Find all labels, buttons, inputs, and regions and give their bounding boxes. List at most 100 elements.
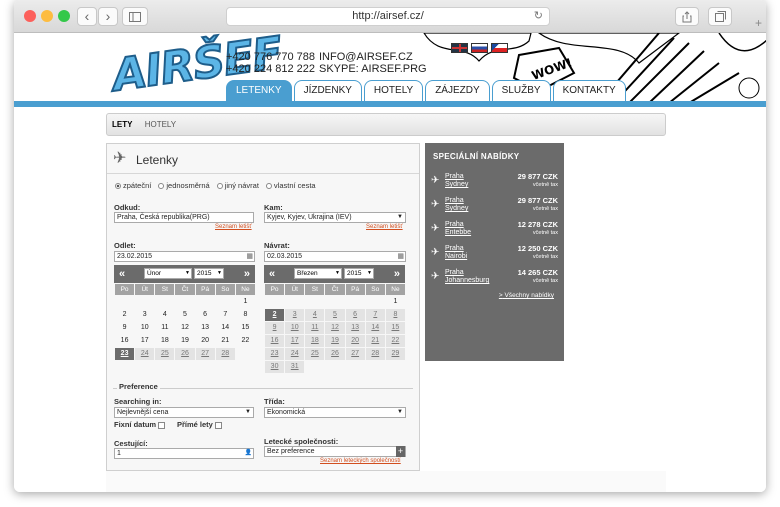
calendar-day[interactable]: 19 (175, 335, 194, 347)
offer-route[interactable]: Praha Sydney (445, 197, 468, 213)
radio-open-jaw[interactable]: jiný návrat (216, 181, 259, 190)
airlines-list-link[interactable]: Seznam leteckých společností (320, 458, 401, 464)
calendar-day[interactable]: 9 (265, 322, 285, 334)
tab-zajezdy[interactable]: ZÁJEZDY (425, 80, 490, 101)
tab-kontakty[interactable]: KONTAKTY (552, 80, 626, 101)
class-select[interactable]: Ekonomická ▼ (264, 407, 406, 418)
calendar-day[interactable]: 21 (365, 335, 385, 347)
calendar-day[interactable]: 1 (386, 296, 405, 308)
calendar-day[interactable]: 10 (285, 322, 305, 334)
calendar-day[interactable]: 22 (236, 335, 255, 347)
calendar-day[interactable]: 18 (305, 335, 325, 347)
calendar-day[interactable]: 15 (385, 322, 405, 334)
calendar-day[interactable]: 13 (196, 322, 215, 334)
calendar-day[interactable]: 17 (135, 335, 154, 347)
calendar-day[interactable]: 27 (345, 348, 365, 360)
calendar-day[interactable]: 4 (155, 309, 174, 321)
year-select[interactable]: 2015 ▼ (344, 268, 374, 279)
offer-item[interactable]: ✈ Praha Nairobi 12 250 CZK včetně tax (431, 245, 558, 265)
offer-item[interactable]: ✈ Praha Entebbe 12 278 CZK včetně tax (431, 221, 558, 241)
calendar-day[interactable]: 31 (285, 361, 305, 373)
calendar-day[interactable]: 28 (365, 348, 385, 360)
year-select[interactable]: 2015 ▼ (194, 268, 224, 279)
calendar-day[interactable]: 20 (196, 335, 215, 347)
calendar-day[interactable]: 25 (155, 348, 175, 360)
calendar-day[interactable]: 21 (216, 335, 235, 347)
calendar-day[interactable]: 5 (325, 309, 345, 321)
calendar-day[interactable]: 11 (155, 322, 174, 334)
month-select[interactable]: Březen ▼ (294, 268, 342, 279)
share-icon[interactable] (675, 7, 699, 26)
calendar-day[interactable]: 12 (325, 322, 345, 334)
calendar-day[interactable]: 23 (115, 348, 135, 360)
fixed-date-checkbox[interactable]: Fixní datum (114, 420, 166, 429)
calendar-day[interactable]: 26 (175, 348, 195, 360)
zoom-window-button[interactable] (58, 10, 70, 22)
all-offers-link[interactable]: > Všechny nabídky (499, 292, 554, 299)
departure-date-input[interactable]: 23.02.2015 ▦ (114, 251, 255, 262)
return-date-input[interactable]: 02.03.2015 ▦ (264, 251, 406, 262)
airports-link-from[interactable]: Seznam letišť (215, 224, 252, 230)
offer-route[interactable]: Praha Johannesburg (445, 269, 489, 285)
calendar-day[interactable]: 28 (215, 348, 235, 360)
forward-button[interactable]: › (98, 7, 118, 26)
calendar-day[interactable]: 2 (115, 309, 134, 321)
radio-return[interactable]: zpáteční (115, 181, 151, 190)
offer-item[interactable]: ✈ Praha Johannesburg 14 265 CZK včetně tax (431, 269, 558, 289)
month-select[interactable]: Únor ▼ (144, 268, 192, 279)
tab-hotely[interactable]: HOTELY (363, 80, 424, 101)
calendar-day[interactable]: 22 (385, 335, 405, 347)
calendar-day[interactable]: 19 (325, 335, 345, 347)
offer-item[interactable]: ✈ Praha Sydney 29 877 CZK včetně tax (431, 173, 558, 193)
subnav-hotely[interactable]: HOTELY (145, 120, 176, 129)
calendar-day[interactable]: 16 (265, 335, 285, 347)
flag-ru-icon[interactable] (471, 43, 488, 53)
calendar-day[interactable]: 10 (135, 322, 154, 334)
subnav-lety[interactable]: LETY (112, 120, 132, 129)
address-bar[interactable]: http://airsef.cz/ ↻ (226, 7, 550, 26)
to-select[interactable]: Kyjev, Kyjev, Ukrajina (IEV) ▼ (264, 212, 406, 223)
tab-sluzby[interactable]: SLUŽBY (491, 80, 551, 101)
calendar-day[interactable]: 7 (216, 309, 235, 321)
passengers-input[interactable]: 1 👤 (114, 448, 254, 459)
next-month-icon[interactable]: » (394, 268, 400, 280)
calendar-day[interactable]: 15 (236, 322, 255, 334)
calendar-day[interactable]: 26 (325, 348, 345, 360)
radio-custom[interactable]: vlastní cesta (265, 181, 316, 190)
calendar-day[interactable]: 12 (175, 322, 194, 334)
radio-oneway[interactable]: jednosměrná (158, 181, 210, 190)
calendar-day[interactable]: 11 (305, 322, 325, 334)
calendar-day[interactable]: 16 (115, 335, 134, 347)
calendar-day[interactable]: 3 (135, 309, 154, 321)
airports-link-to[interactable]: Seznam letišť (366, 224, 403, 230)
offer-route[interactable]: Praha Sydney (445, 173, 468, 189)
calendar-day[interactable]: 25 (305, 348, 325, 360)
tabs-overview-icon[interactable] (708, 7, 732, 26)
direct-flights-checkbox[interactable]: Přímé lety (177, 420, 222, 429)
calendar-day[interactable]: 7 (365, 309, 385, 321)
email[interactable]: INFO@AIRSEF.CZ (319, 51, 427, 63)
minimize-window-button[interactable] (41, 10, 53, 22)
calendar-day[interactable]: 30 (265, 361, 285, 373)
calendar-day[interactable]: 8 (236, 309, 255, 321)
calendar-day[interactable]: 18 (155, 335, 174, 347)
calendar-day[interactable]: 5 (175, 309, 194, 321)
calendar-day[interactable]: 14 (365, 322, 385, 334)
new-tab-icon[interactable]: + (755, 16, 762, 30)
calendar-day[interactable]: 24 (285, 348, 305, 360)
calendar-day[interactable]: 8 (385, 309, 405, 321)
calendar-day[interactable]: 3 (285, 309, 305, 321)
next-month-icon[interactable]: » (244, 268, 250, 280)
searching-select[interactable]: Nejlevnější cena ▼ (114, 407, 254, 418)
calendar-day[interactable]: 17 (285, 335, 305, 347)
tab-jizdenky[interactable]: JÍZDENKY (293, 80, 362, 101)
flag-uk-icon[interactable] (451, 43, 468, 53)
calendar-day[interactable]: 1 (236, 296, 255, 308)
calendar-day[interactable]: 24 (135, 348, 155, 360)
calendar-day[interactable]: 29 (385, 348, 405, 360)
from-input[interactable]: Praha, Česká republika(PRG) (114, 212, 254, 223)
offer-route[interactable]: Praha Entebbe (445, 221, 471, 237)
calendar-day[interactable]: 2 (265, 309, 285, 321)
calendar-day[interactable]: 4 (305, 309, 325, 321)
flag-cz-icon[interactable] (491, 43, 508, 53)
